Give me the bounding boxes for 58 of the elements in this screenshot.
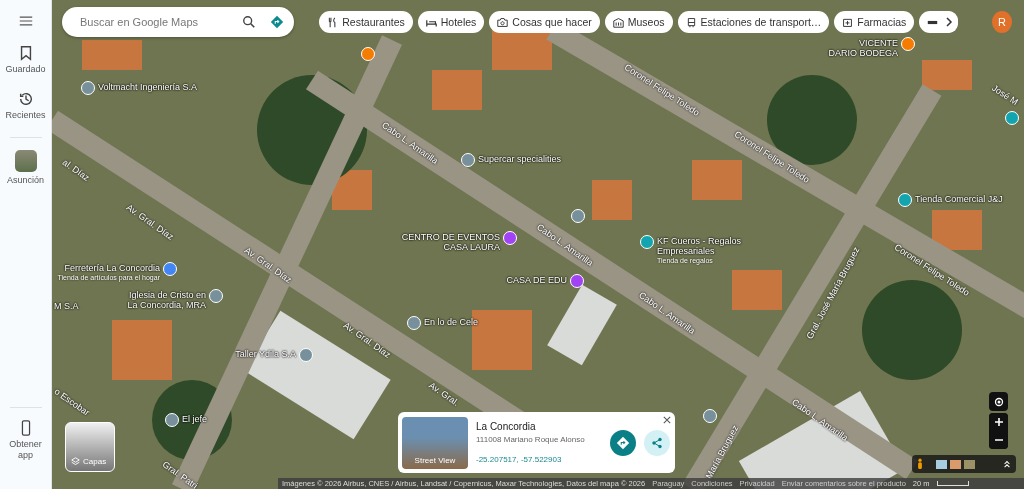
category-chip[interactable]: Hoteles <box>417 11 485 33</box>
place-label[interactable]: CENTRO DE EVENTOS CASA LAURA <box>401 232 500 252</box>
sidebar-item[interactable]: Recientes <box>2 91 49 121</box>
camera-icon <box>497 16 509 28</box>
place-label[interactable]: Tienda Comercial J&J <box>915 194 1003 204</box>
pharmacy-icon <box>842 16 854 28</box>
place-label[interactable]: En lo de Cele <box>424 317 479 327</box>
street-label: Av. Gral. Díaz <box>341 320 393 360</box>
share-button[interactable] <box>644 429 670 456</box>
search-icon[interactable] <box>242 15 257 29</box>
scale-bar <box>936 481 969 486</box>
search-bar[interactable]: Buscar en Google Maps <box>62 7 295 37</box>
share-icon <box>651 436 663 449</box>
expand-icon[interactable] <box>1003 460 1011 468</box>
street-label: Av. Gral. Díaz <box>124 202 176 242</box>
location-target-icon <box>992 395 1005 408</box>
place-label[interactable]: Voltmacht Ingeniería S.A <box>98 82 198 92</box>
category-chip[interactable]: Museos <box>604 11 673 33</box>
place-label[interactable]: M S.A <box>54 301 79 311</box>
sidebar-item[interactable]: Asunción <box>2 150 49 186</box>
plus-icon <box>993 417 1004 427</box>
street-label: al. Díaz <box>60 157 92 183</box>
place-coordinates[interactable]: -25.207517, -57.522903 <box>476 455 594 464</box>
street-label: José M <box>990 82 1020 108</box>
menu-icon[interactable] <box>18 15 33 27</box>
layers-button[interactable]: Capas <box>65 422 115 472</box>
place-label[interactable]: Supercar specialities <box>478 154 562 164</box>
close-icon[interactable] <box>663 416 671 424</box>
my-location-button[interactable] <box>989 392 1008 411</box>
bus-icon <box>685 16 697 28</box>
pegman-icon[interactable] <box>917 458 923 470</box>
sidebar-item[interactable]: Guardado <box>2 45 49 75</box>
chevron-right-icon <box>944 17 953 27</box>
category-chip[interactable]: Farmacias <box>834 11 915 33</box>
get-app-button[interactable]: Obtener app <box>2 420 49 461</box>
layers-icon <box>71 457 80 466</box>
place-title: La Concordia <box>476 421 537 432</box>
place-label[interactable]: CASA DE EDU <box>506 275 567 285</box>
map-type-thumbnail[interactable] <box>950 459 961 469</box>
category-chip[interactable]: Restaurantes <box>319 11 413 33</box>
cutlery-icon <box>327 16 339 28</box>
category-chip[interactable]: Cosas que hacer <box>489 11 600 33</box>
history-icon <box>17 91 34 107</box>
street-label: Av. Gral. Díaz <box>242 245 294 285</box>
museum-icon <box>612 16 624 28</box>
map-type-thumbnail[interactable] <box>936 459 947 469</box>
place-label[interactable]: El jefe <box>182 414 207 424</box>
directions-button[interactable] <box>610 429 636 456</box>
place-address: 111008 Mariano Roque Alonso <box>476 435 586 444</box>
directions-icon[interactable] <box>270 15 285 29</box>
map-type-thumbnail[interactable] <box>964 459 975 469</box>
street-label: Av. Gral. <box>427 380 461 408</box>
place-thumbnail <box>14 150 37 172</box>
street-view-thumbnail[interactable]: Street View <box>402 416 468 469</box>
place-label[interactable]: Iglesia de Cristo en La Concordia, MRA <box>127 290 206 310</box>
street-label: Gral. Patri <box>160 459 200 489</box>
category-chip[interactable]: Estaciones de transport… <box>677 11 830 33</box>
place-label[interactable]: VICENTE DARIO BODEGA <box>828 38 898 58</box>
